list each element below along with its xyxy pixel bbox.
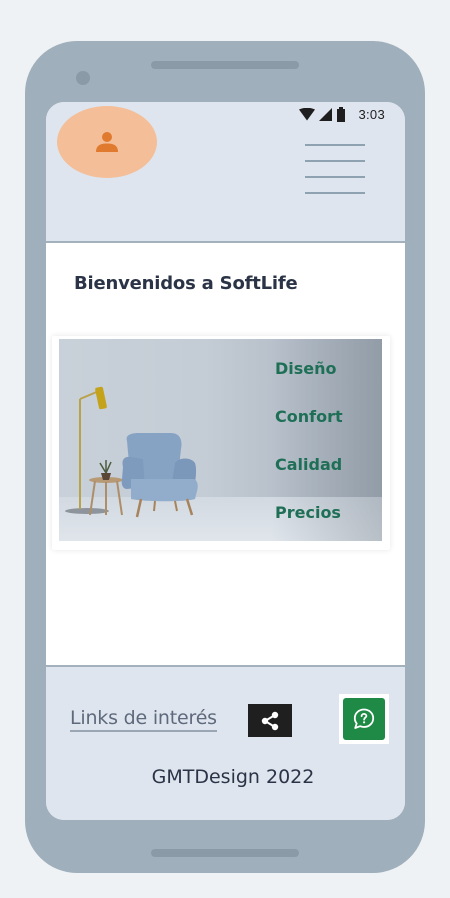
status-bar: 3:03: [299, 106, 385, 122]
menu-line: [305, 192, 365, 194]
links-de-interes-link[interactable]: Links de interés: [70, 707, 217, 732]
menu-line: [305, 160, 365, 162]
phone-home-bar: [151, 849, 299, 857]
menu-line: [305, 144, 365, 146]
hamburger-menu-button[interactable]: [305, 142, 367, 198]
hero-image: Diseño Confort Calidad Precios: [59, 339, 382, 541]
hero-link-diseno[interactable]: Diseño: [275, 359, 343, 379]
footer: Links de interés GMTDesign 2022: [46, 667, 405, 820]
phone-screen: 3:03 Bienvenidos a SoftLife Diseño Confo…: [46, 102, 405, 820]
share-button[interactable]: [248, 704, 292, 737]
hero-menu: Diseño Confort Calidad Precios: [275, 359, 343, 523]
wifi-icon: [299, 107, 316, 120]
page-title: Bienvenidos a SoftLife: [74, 273, 298, 294]
cell-signal-icon: [319, 107, 333, 121]
phone-frame: 3:03 Bienvenidos a SoftLife Diseño Confo…: [25, 41, 425, 873]
main-content: Bienvenidos a SoftLife Diseño Confort Ca…: [46, 243, 405, 665]
avatar-button[interactable]: [57, 106, 157, 178]
phone-camera: [76, 71, 90, 85]
copyright-text: GMTDesign 2022: [151, 766, 315, 788]
menu-line: [305, 176, 365, 178]
status-time: 3:03: [358, 106, 385, 122]
phone-speaker: [151, 61, 299, 69]
help-chat-icon: [353, 708, 375, 729]
hero-card: Diseño Confort Calidad Precios: [52, 336, 390, 550]
user-icon: [96, 132, 118, 152]
hero-link-precios[interactable]: Precios: [275, 503, 343, 523]
help-chat-badge: [343, 698, 385, 740]
help-chat-button[interactable]: [339, 694, 389, 744]
share-icon: [261, 711, 279, 730]
battery-icon: [337, 106, 346, 122]
hero-link-calidad[interactable]: Calidad: [275, 455, 343, 475]
header: 3:03: [46, 102, 405, 242]
hero-link-confort[interactable]: Confort: [275, 407, 343, 427]
